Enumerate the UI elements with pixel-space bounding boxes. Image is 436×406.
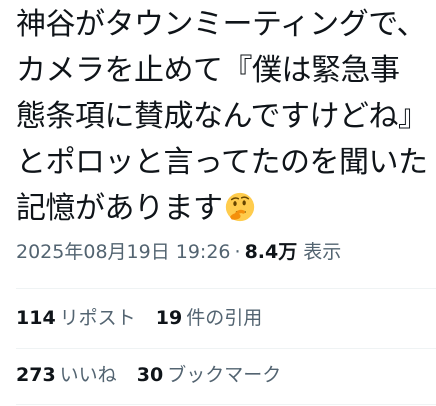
quotes-count: 19 bbox=[155, 307, 183, 329]
likes-label: いいね bbox=[59, 364, 117, 386]
thinking-face-icon bbox=[225, 190, 255, 222]
quotes-label: 件の引用 bbox=[186, 307, 263, 329]
tweet-text-line: 神谷がタウンミーティングで、 bbox=[16, 7, 427, 42]
tweet-body: 神谷がタウンミーティングで、 カメラを止めて『僕は緊急事 態条項に賛成なんですけ… bbox=[16, 2, 428, 232]
reposts-count: 114 bbox=[16, 307, 56, 329]
tweet-text-line: 記憶があります bbox=[16, 191, 223, 226]
tweet-text-line: 態条項に賛成なんですけどね』 bbox=[16, 99, 428, 134]
quotes-link[interactable]: 19 件の引用 bbox=[156, 306, 262, 330]
meta-separator: · bbox=[234, 241, 241, 263]
tweet-meta: 2025年08月19日 19:26 · 8.4万 表示 bbox=[16, 240, 341, 264]
likes-count: 273 bbox=[16, 364, 56, 386]
divider bbox=[16, 288, 436, 289]
timestamp-link[interactable]: 2025年08月19日 19:26 bbox=[16, 241, 231, 263]
views-label: 表示 bbox=[303, 241, 342, 263]
stats-row-reposts: 114 リポスト 19 件の引用 bbox=[16, 306, 276, 330]
reposts-label: リポスト bbox=[59, 307, 136, 329]
likes-link[interactable]: 273 いいね bbox=[16, 363, 117, 387]
reposts-link[interactable]: 114 リポスト bbox=[16, 306, 136, 330]
views-count: 8.4万 bbox=[244, 241, 298, 263]
bookmarks-link[interactable]: 30 ブックマーク bbox=[137, 363, 281, 387]
tweet-text-line: とポロッと言ってたのを聞いた bbox=[16, 145, 428, 180]
bookmarks-label: ブックマーク bbox=[167, 364, 282, 386]
bookmarks-count: 30 bbox=[136, 364, 164, 386]
divider bbox=[16, 348, 436, 349]
divider bbox=[16, 404, 436, 405]
tweet-text-line: カメラを止めて『僕は緊急事 bbox=[16, 53, 400, 88]
tweet-text-line-last: 記憶があります bbox=[16, 186, 428, 232]
stats-row-likes: 273 いいね 30 ブックマーク bbox=[16, 363, 295, 387]
